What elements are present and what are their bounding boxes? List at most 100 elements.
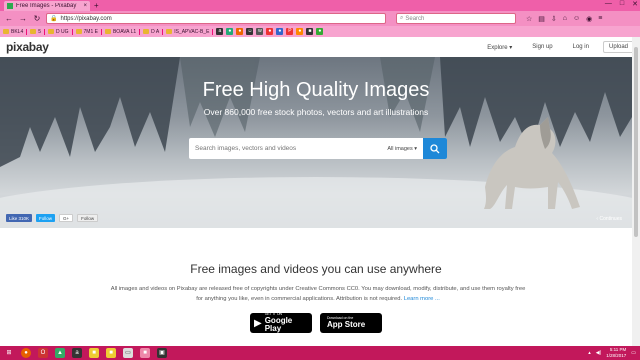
bookmark-icon[interactable]: ● bbox=[266, 28, 274, 35]
folder-icon bbox=[30, 29, 37, 34]
app-icon[interactable]: ■ bbox=[140, 348, 150, 358]
browser-navbar: ← → ↻ 🔒 https://pixabay.com ⌕ Search ☆ ▤… bbox=[0, 11, 640, 26]
bookmark-folder[interactable]: D A bbox=[143, 28, 164, 35]
sync-icon[interactable]: ☺ bbox=[573, 15, 580, 23]
download-icon[interactable]: ⇩ bbox=[551, 15, 557, 23]
explore-menu[interactable]: Explore ▾ bbox=[487, 44, 512, 51]
clock[interactable]: 5:11 PM 1/28/2017 bbox=[606, 347, 626, 359]
tab-close-icon[interactable]: × bbox=[83, 3, 87, 9]
search-button[interactable] bbox=[423, 138, 447, 159]
gplus-follow-button[interactable]: Follow bbox=[77, 214, 99, 222]
folder-icon bbox=[143, 29, 150, 34]
signup-link[interactable]: Sign up bbox=[532, 44, 552, 50]
bookmark-folder[interactable]: BOAVA L1 bbox=[104, 28, 141, 35]
bookmark-folder[interactable]: 5 bbox=[30, 28, 46, 35]
scrollbar-thumb[interactable] bbox=[634, 47, 638, 237]
reload-icon[interactable]: ↻ bbox=[32, 14, 42, 23]
volume-icon[interactable]: ◀) bbox=[596, 350, 602, 356]
bookmark-icon[interactable]: ● bbox=[276, 28, 284, 35]
hero-banner: Free High Quality Images Over 860,000 fr… bbox=[0, 57, 632, 228]
opera-icon[interactable]: O bbox=[38, 348, 48, 358]
content-body-text: All images and videos on Pixabay are rel… bbox=[110, 286, 526, 302]
bookmark-icon[interactable]: ● bbox=[226, 28, 234, 35]
notes-icon[interactable]: ■ bbox=[89, 348, 99, 358]
bookmark-folder[interactable]: IS_APVAC-B_E bbox=[166, 28, 214, 35]
search-icon bbox=[430, 143, 440, 153]
gplus-button[interactable]: G+ bbox=[59, 214, 74, 222]
bookmark-icon[interactable]: ■ bbox=[306, 28, 314, 35]
forward-icon[interactable]: → bbox=[18, 14, 28, 23]
bookmark-folder[interactable]: 7M1 E bbox=[75, 28, 102, 35]
file-icon[interactable]: ▭ bbox=[123, 348, 133, 358]
folder-icon bbox=[75, 29, 82, 34]
start-icon[interactable]: ⊞ bbox=[4, 348, 14, 358]
bookmark-icon[interactable]: ● bbox=[236, 28, 244, 35]
folder-icon bbox=[166, 29, 173, 34]
url-text: https://pixabay.com bbox=[60, 15, 112, 22]
lock-icon: 🔒 bbox=[50, 16, 58, 22]
tab-title: Free Images - Pixabay bbox=[16, 3, 77, 9]
upload-button[interactable]: Upload bbox=[602, 41, 634, 53]
browser-tab[interactable]: Free Images - Pixabay × bbox=[4, 1, 90, 11]
pixabay-logo[interactable]: pixabay bbox=[6, 40, 467, 54]
network-icon[interactable]: ▴ bbox=[588, 350, 591, 356]
twitter-follow-button[interactable]: Follow bbox=[36, 214, 56, 222]
drive-icon[interactable]: ▲ bbox=[55, 348, 65, 358]
google-play-button[interactable]: ▶ GET IT ON Google Play bbox=[250, 313, 312, 333]
minimize-button[interactable]: — bbox=[605, 0, 612, 8]
hero-search-box: All images ▾ bbox=[189, 138, 447, 159]
bookmark-icon[interactable]: w bbox=[256, 28, 264, 35]
search-icon: ⌕ bbox=[400, 15, 404, 21]
windows-taskbar: ⊞ ● O ▲ a ■ ■ ▭ ■ ▣ bbox=[0, 346, 640, 360]
search-type-dropdown[interactable]: All images ▾ bbox=[381, 146, 423, 152]
home-icon[interactable]: ⌂ bbox=[563, 15, 567, 23]
address-bar[interactable]: 🔒 https://pixabay.com bbox=[46, 13, 386, 24]
folder-icon bbox=[48, 29, 55, 34]
amazon-icon[interactable]: a bbox=[72, 348, 82, 358]
favicon-icon bbox=[7, 3, 13, 9]
bookmark-folder[interactable]: D UG bbox=[48, 28, 73, 35]
hero-subtitle: Over 860,000 free stock photos, vectors … bbox=[203, 107, 429, 117]
bookmark-icon[interactable]: ☺ bbox=[246, 28, 254, 35]
browser-titlebar: Free Images - Pixabay × + — □ ✕ bbox=[0, 0, 640, 11]
photos-icon[interactable]: ▣ bbox=[157, 348, 167, 358]
social-buttons: Like 310K Follow G+ Follow bbox=[6, 214, 99, 222]
folder-icon bbox=[104, 29, 111, 34]
menu-icon[interactable]: ≡ bbox=[598, 15, 602, 23]
folder-icon[interactable]: ■ bbox=[106, 348, 116, 358]
extension-icon[interactable]: ◉ bbox=[586, 15, 592, 23]
browser-search-input[interactable]: ⌕ Search bbox=[396, 13, 516, 24]
bookmark-icon[interactable]: P bbox=[286, 28, 294, 35]
site-header: pixabay Explore ▾ Sign up Log in Upload bbox=[0, 37, 640, 57]
bookmark-icon[interactable]: ● bbox=[316, 28, 324, 35]
close-window-button[interactable]: ✕ bbox=[632, 0, 638, 8]
image-search-input[interactable] bbox=[189, 145, 382, 152]
star-icon[interactable]: ☆ bbox=[526, 15, 532, 23]
maximize-button[interactable]: □ bbox=[620, 0, 624, 8]
page-scrollbar[interactable] bbox=[632, 37, 640, 346]
content-body: All images and videos on Pixabay are rel… bbox=[108, 284, 528, 304]
system-tray: ▴ ◀) 5:11 PM 1/28/2017 ▭ bbox=[588, 346, 636, 360]
login-link[interactable]: Log in bbox=[573, 44, 589, 50]
bookmarks-bar: BKL4 5 D UG 7M1 E BOAVA L1 D A IS_APVAC-… bbox=[0, 26, 640, 37]
bookmark-icon[interactable]: a bbox=[216, 28, 224, 35]
app-store-button[interactable]: Download on the App Store bbox=[320, 313, 382, 333]
continue-link[interactable]: ‹ Continues bbox=[596, 216, 622, 222]
facebook-like-button[interactable]: Like 310K bbox=[6, 214, 33, 222]
learn-more-link[interactable]: Learn more ... bbox=[404, 296, 440, 302]
folder-icon bbox=[3, 29, 9, 34]
bookmark-folder[interactable]: BKL4 bbox=[3, 28, 28, 35]
window-controls: — □ ✕ bbox=[605, 0, 638, 8]
toolbar-icons: ☆ ▤ ⇩ ⌂ ☺ ◉ ≡ bbox=[526, 15, 602, 23]
bookmark-icon[interactable]: ● bbox=[296, 28, 304, 35]
clock-date: 1/28/2017 bbox=[606, 353, 627, 358]
back-icon[interactable]: ← bbox=[4, 14, 14, 23]
app-store-badges: ▶ GET IT ON Google Play Download on the … bbox=[0, 313, 632, 333]
reader-icon[interactable]: ▤ bbox=[538, 15, 545, 23]
browser-search-placeholder: Search bbox=[405, 15, 425, 22]
new-tab-button[interactable]: + bbox=[94, 1, 99, 10]
google-play-icon: ▶ bbox=[254, 317, 262, 329]
content-title: Free images and videos you can use anywh… bbox=[190, 262, 442, 276]
firefox-icon[interactable]: ● bbox=[21, 348, 31, 358]
notifications-icon[interactable]: ▭ bbox=[631, 350, 636, 356]
